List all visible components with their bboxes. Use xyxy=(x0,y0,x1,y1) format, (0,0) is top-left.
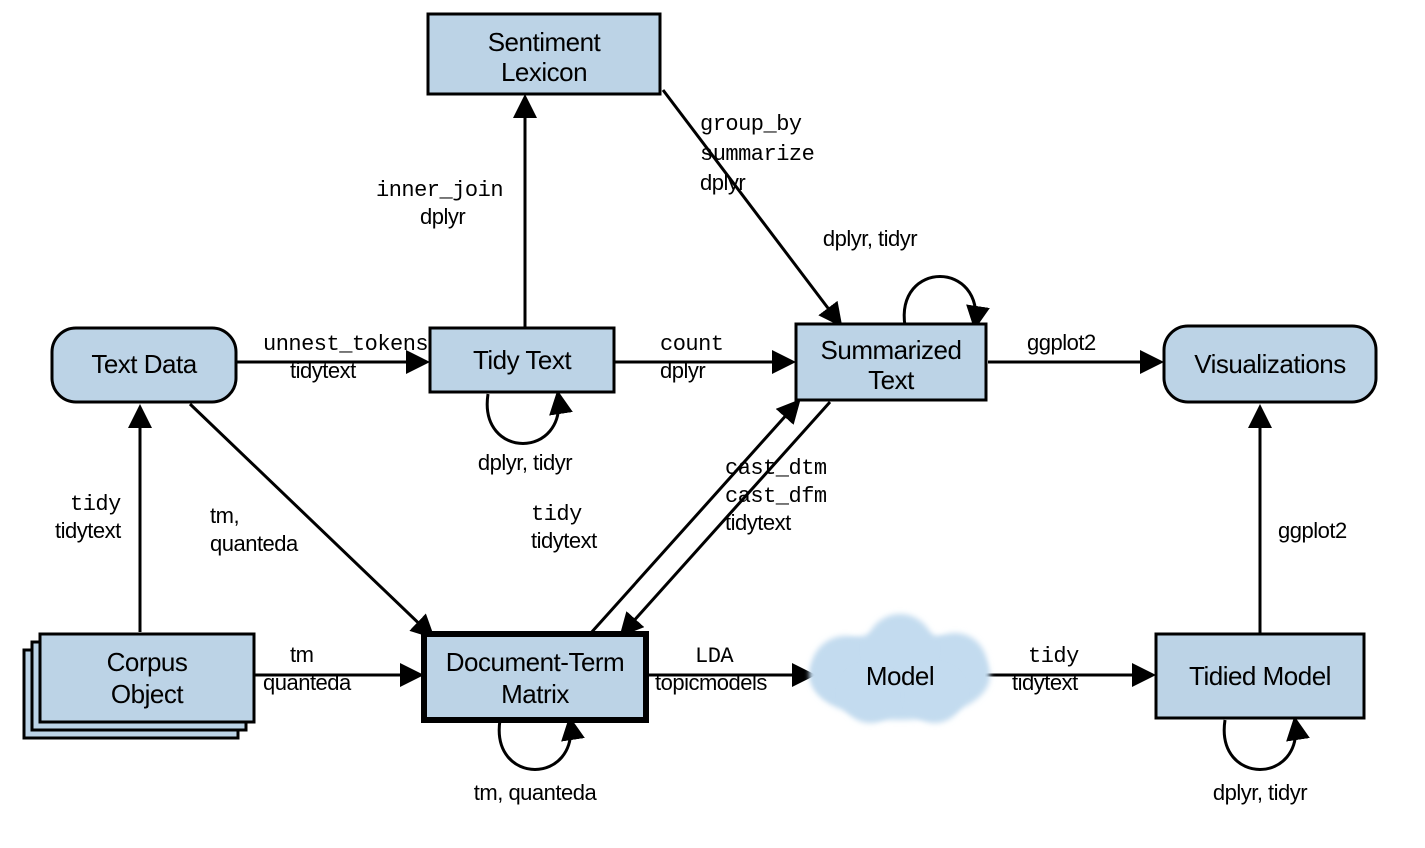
edge-dtm-loop: tm, quanteda xyxy=(474,780,598,805)
edge-tidied-loop: dplyr, tidyr xyxy=(1213,780,1307,805)
edge-groupby-l2: summarize xyxy=(700,142,814,167)
node-dtm-l1: Document-Term xyxy=(446,647,624,677)
node-tidied-model-label: Tidied Model xyxy=(1189,661,1331,691)
edge-groupby-l1: group_by xyxy=(700,112,802,137)
node-vis-label: Visualizations xyxy=(1194,349,1346,379)
edge-model-tidy-pkg: tidytext xyxy=(1012,670,1078,695)
node-sentiment-l1: Sentiment xyxy=(488,27,602,57)
edge-tm-pkg: quanteda xyxy=(210,531,299,556)
edge-lda-fn: LDA xyxy=(695,644,734,669)
edge-unnest-tokens-pkg: tidytext xyxy=(290,358,356,383)
node-text-data-label: Text Data xyxy=(91,349,197,379)
edge-inner-join-fn: inner_join xyxy=(376,178,503,203)
edge-summ-loop: dplyr, tidyr xyxy=(823,226,917,251)
edge-dtm-tidy-pkg: tidytext xyxy=(531,528,597,553)
edge-cast-pkg: tidytext xyxy=(725,510,791,535)
edge-lda-pkg: topicmodels xyxy=(655,670,767,695)
edge-tidy-fn: tidy xyxy=(70,492,121,517)
edge-cast-l2: cast_dfm xyxy=(725,484,827,509)
edge-ggplot-right: ggplot2 xyxy=(1278,518,1347,543)
edge-ggplot-top: ggplot2 xyxy=(1027,330,1096,355)
node-summ-l2: Text xyxy=(868,365,915,395)
node-tidy-text-label: Tidy Text xyxy=(473,345,572,375)
edge-cast-l1: cast_dtm xyxy=(725,456,827,481)
edge-inner-join-pkg: dplyr xyxy=(420,204,465,229)
node-summ-l1: Summarized xyxy=(821,335,962,365)
node-corpus-l2: Object xyxy=(111,679,184,709)
node-model-label: Model xyxy=(866,661,934,691)
edge-count-fn: count xyxy=(660,332,724,357)
edge-corpus-dtm-l1: tm xyxy=(290,642,313,667)
edge-groupby-pkg: dplyr xyxy=(700,170,745,195)
edge-unnest-tokens-fn: unnest_tokens xyxy=(263,332,428,357)
edge-model-tidy-fn: tidy xyxy=(1028,644,1079,669)
edge-corpus-dtm-l2: quanteda xyxy=(263,670,352,695)
edge-count-pkg: dplyr xyxy=(660,358,705,383)
node-corpus-l1: Corpus xyxy=(107,647,188,677)
node-dtm-l2: Matrix xyxy=(501,679,569,709)
edge-tm-fn: tm, xyxy=(210,503,239,528)
edge-dtm-tidy-fn: tidy xyxy=(531,502,582,527)
node-sentiment-l2: Lexicon xyxy=(501,57,587,87)
edge-tidytext-loop: dplyr, tidyr xyxy=(478,450,572,475)
edge-tidy-pkg: tidytext xyxy=(55,518,121,543)
diagram-canvas: unnest_tokens tidytext inner_join dplyr … xyxy=(0,0,1425,848)
